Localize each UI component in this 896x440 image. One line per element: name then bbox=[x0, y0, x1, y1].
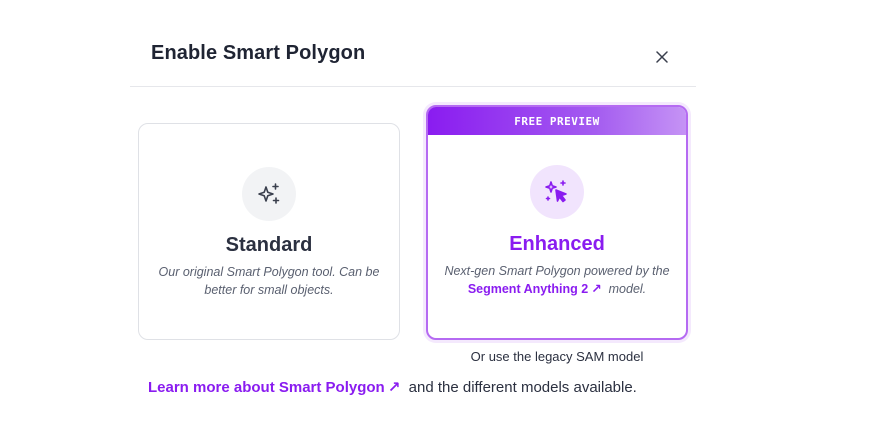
learn-more-link-label: Learn more about Smart Polygon bbox=[148, 379, 385, 396]
standard-option-card[interactable]: Standard Our original Smart Polygon tool… bbox=[138, 123, 400, 340]
segment-anything-2-link-label: Segment Anything 2 bbox=[467, 282, 589, 296]
close-icon bbox=[656, 51, 668, 63]
standard-icon-badge bbox=[242, 167, 296, 221]
sparkles-icon bbox=[258, 183, 280, 204]
standard-description: Our original Smart Polygon tool. Can be … bbox=[158, 265, 380, 297]
learn-more-link[interactable]: Learn more about Smart Polygon ↗ bbox=[148, 379, 400, 396]
external-link-icon: ↗ bbox=[591, 282, 602, 296]
legacy-sam-option[interactable]: Or use the legacy SAM model bbox=[426, 349, 688, 364]
close-button[interactable] bbox=[653, 48, 671, 66]
enhanced-title: Enhanced bbox=[509, 233, 605, 255]
segment-anything-2-link[interactable]: Segment Anything 2 ↗ bbox=[468, 282, 602, 296]
enhanced-description-before: Next-gen Smart Polygon powered by the bbox=[444, 264, 670, 278]
enhanced-description: Next-gen Smart Polygon powered by the Se… bbox=[440, 262, 674, 298]
footer-description: and the different models available. bbox=[408, 379, 637, 396]
external-link-icon: ↗ bbox=[387, 379, 401, 396]
enhanced-icon-badge bbox=[530, 165, 584, 219]
dialog-header: Enable Smart Polygon bbox=[130, 0, 696, 87]
sparkle-cursor-icon bbox=[545, 180, 567, 203]
standard-title: Standard bbox=[225, 234, 313, 256]
enhanced-option-card[interactable]: FREE PREVIEW Enhanced Next-gen Smart Pol… bbox=[426, 105, 688, 340]
dialog-title: Enable Smart Polygon bbox=[151, 42, 366, 64]
enable-smart-polygon-dialog: Enable Smart Polygon Standard Our origin… bbox=[0, 0, 896, 440]
enhanced-description-after: model. bbox=[608, 282, 647, 296]
footer-text: Learn more about Smart Polygon ↗ and the … bbox=[148, 378, 637, 396]
free-preview-banner: FREE PREVIEW bbox=[428, 107, 686, 135]
